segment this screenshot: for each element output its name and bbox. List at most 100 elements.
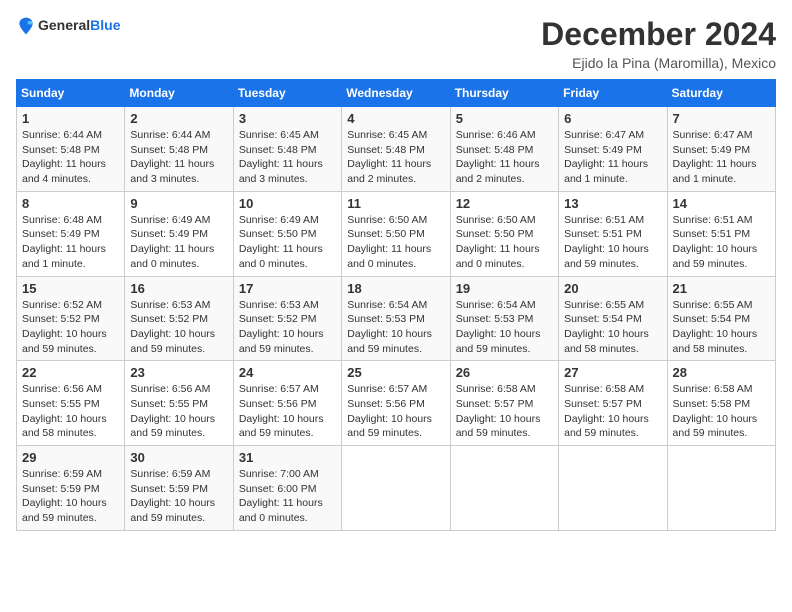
calendar-header-row: Sunday Monday Tuesday Wednesday Thursday… xyxy=(17,80,776,107)
day-detail: Sunrise: 6:59 AMSunset: 5:59 PMDaylight:… xyxy=(22,468,107,524)
table-row: 1 Sunrise: 6:44 AMSunset: 5:48 PMDaylight… xyxy=(17,107,125,192)
table-row xyxy=(450,446,558,531)
day-number: 4 xyxy=(347,111,444,126)
day-number: 15 xyxy=(22,281,119,296)
day-detail: Sunrise: 6:45 AMSunset: 5:48 PMDaylight:… xyxy=(239,129,323,185)
table-row: 18Sunrise: 6:54 AMSunset: 5:53 PMDayligh… xyxy=(342,276,450,361)
day-detail: Sunrise: 6:47 AMSunset: 5:49 PMDaylight:… xyxy=(673,129,757,185)
logo-icon xyxy=(16,16,36,36)
col-thursday: Thursday xyxy=(450,80,558,107)
day-number: 12 xyxy=(456,196,553,211)
day-detail: Sunrise: 6:54 AMSunset: 5:53 PMDaylight:… xyxy=(456,299,541,355)
day-number: 3 xyxy=(239,111,336,126)
table-row xyxy=(342,446,450,531)
calendar-week-row: 22 Sunrise: 6:56 AMSunset: 5:55 PMDayligh… xyxy=(17,361,776,446)
day-number: 2 xyxy=(130,111,227,126)
table-row: 20 Sunrise: 6:55 AMSunset: 5:54 PMDayligh… xyxy=(559,276,667,361)
day-number: 8 xyxy=(22,196,119,211)
day-detail: Sunrise: 6:51 AMSunset: 5:51 PMDaylight:… xyxy=(564,214,649,270)
table-row: 17Sunrise: 6:53 AMSunset: 5:52 PMDayligh… xyxy=(233,276,341,361)
table-row: 16Sunrise: 6:53 AMSunset: 5:52 PMDayligh… xyxy=(125,276,233,361)
day-detail: Sunrise: 6:55 AMSunset: 5:54 PMDaylight:… xyxy=(673,299,758,355)
table-row: 10 Sunrise: 6:49 AMSunset: 5:50 PMDayligh… xyxy=(233,191,341,276)
day-number: 16 xyxy=(130,281,227,296)
col-saturday: Saturday xyxy=(667,80,775,107)
day-number: 18 xyxy=(347,281,444,296)
day-number: 26 xyxy=(456,365,553,380)
table-row: 11Sunrise: 6:50 AMSunset: 5:50 PMDayligh… xyxy=(342,191,450,276)
day-number: 19 xyxy=(456,281,553,296)
day-number: 23 xyxy=(130,365,227,380)
table-row: 19 Sunrise: 6:54 AMSunset: 5:53 PMDayligh… xyxy=(450,276,558,361)
table-row: 23 Sunrise: 6:56 AMSunset: 5:55 PMDayligh… xyxy=(125,361,233,446)
table-row: 4 Sunrise: 6:45 AMSunset: 5:48 PMDaylight… xyxy=(342,107,450,192)
calendar-week-row: 29 Sunrise: 6:59 AMSunset: 5:59 PMDayligh… xyxy=(17,446,776,531)
calendar: Sunday Monday Tuesday Wednesday Thursday… xyxy=(16,79,776,531)
day-detail: Sunrise: 6:58 AMSunset: 5:57 PMDaylight:… xyxy=(456,383,541,439)
calendar-week-row: 8 Sunrise: 6:48 AMSunset: 5:49 PMDaylight… xyxy=(17,191,776,276)
logo-text-general: General xyxy=(38,17,90,33)
col-tuesday: Tuesday xyxy=(233,80,341,107)
day-number: 30 xyxy=(130,450,227,465)
day-number: 27 xyxy=(564,365,661,380)
table-row: 31Sunrise: 7:00 AMSunset: 6:00 PMDayligh… xyxy=(233,446,341,531)
day-number: 7 xyxy=(673,111,770,126)
day-detail: Sunrise: 7:00 AMSunset: 6:00 PMDaylight:… xyxy=(239,468,323,524)
table-row xyxy=(559,446,667,531)
table-row: 6Sunrise: 6:47 AMSunset: 5:49 PMDaylight… xyxy=(559,107,667,192)
day-detail: Sunrise: 6:52 AMSunset: 5:52 PMDaylight:… xyxy=(22,299,107,355)
table-row: 29 Sunrise: 6:59 AMSunset: 5:59 PMDayligh… xyxy=(17,446,125,531)
day-number: 1 xyxy=(22,111,119,126)
day-detail: Sunrise: 6:58 AMSunset: 5:58 PMDaylight:… xyxy=(673,383,758,439)
day-number: 21 xyxy=(673,281,770,296)
table-row: 28 Sunrise: 6:58 AMSunset: 5:58 PMDayligh… xyxy=(667,361,775,446)
table-row: 27 Sunrise: 6:58 AMSunset: 5:57 PMDayligh… xyxy=(559,361,667,446)
day-detail: Sunrise: 6:51 AMSunset: 5:51 PMDaylight:… xyxy=(673,214,758,270)
day-detail: Sunrise: 6:44 AMSunset: 5:48 PMDaylight:… xyxy=(130,129,214,185)
table-row xyxy=(667,446,775,531)
title-section: December 2024 Ejido la Pina (Maromilla),… xyxy=(541,16,776,71)
table-row: 21 Sunrise: 6:55 AMSunset: 5:54 PMDayligh… xyxy=(667,276,775,361)
day-detail: Sunrise: 6:55 AMSunset: 5:54 PMDaylight:… xyxy=(564,299,649,355)
day-detail: Sunrise: 6:46 AMSunset: 5:48 PMDaylight:… xyxy=(456,129,540,185)
day-detail: Sunrise: 6:45 AMSunset: 5:48 PMDaylight:… xyxy=(347,129,431,185)
day-number: 11 xyxy=(347,196,444,211)
day-detail: Sunrise: 6:49 AMSunset: 5:49 PMDaylight:… xyxy=(130,214,214,270)
day-detail: Sunrise: 6:44 AMSunset: 5:48 PMDaylight:… xyxy=(22,129,106,185)
table-row: 15 Sunrise: 6:52 AMSunset: 5:52 PMDayligh… xyxy=(17,276,125,361)
calendar-week-row: 15 Sunrise: 6:52 AMSunset: 5:52 PMDayligh… xyxy=(17,276,776,361)
day-detail: Sunrise: 6:57 AMSunset: 5:56 PMDaylight:… xyxy=(239,383,324,439)
col-friday: Friday xyxy=(559,80,667,107)
day-number: 29 xyxy=(22,450,119,465)
day-detail: Sunrise: 6:56 AMSunset: 5:55 PMDaylight:… xyxy=(22,383,107,439)
day-number: 20 xyxy=(564,281,661,296)
day-detail: Sunrise: 6:59 AMSunset: 5:59 PMDaylight:… xyxy=(130,468,215,524)
day-number: 5 xyxy=(456,111,553,126)
day-detail: Sunrise: 6:56 AMSunset: 5:55 PMDaylight:… xyxy=(130,383,215,439)
calendar-week-row: 1 Sunrise: 6:44 AMSunset: 5:48 PMDaylight… xyxy=(17,107,776,192)
table-row: 26 Sunrise: 6:58 AMSunset: 5:57 PMDayligh… xyxy=(450,361,558,446)
table-row: 2 Sunrise: 6:44 AMSunset: 5:48 PMDaylight… xyxy=(125,107,233,192)
day-number: 24 xyxy=(239,365,336,380)
table-row: 22 Sunrise: 6:56 AMSunset: 5:55 PMDayligh… xyxy=(17,361,125,446)
day-detail: Sunrise: 6:58 AMSunset: 5:57 PMDaylight:… xyxy=(564,383,649,439)
day-number: 13 xyxy=(564,196,661,211)
logo-text-blue: Blue xyxy=(90,17,120,33)
table-row: 14 Sunrise: 6:51 AMSunset: 5:51 PMDayligh… xyxy=(667,191,775,276)
table-row: 30 Sunrise: 6:59 AMSunset: 5:59 PMDayligh… xyxy=(125,446,233,531)
day-number: 22 xyxy=(22,365,119,380)
day-number: 14 xyxy=(673,196,770,211)
main-title: December 2024 xyxy=(541,16,776,53)
logo: GeneralBlue xyxy=(16,16,120,36)
day-number: 17 xyxy=(239,281,336,296)
table-row: 12Sunrise: 6:50 AMSunset: 5:50 PMDayligh… xyxy=(450,191,558,276)
table-row: 13 Sunrise: 6:51 AMSunset: 5:51 PMDayligh… xyxy=(559,191,667,276)
subtitle: Ejido la Pina (Maromilla), Mexico xyxy=(541,55,776,71)
day-number: 28 xyxy=(673,365,770,380)
day-detail: Sunrise: 6:57 AMSunset: 5:56 PMDaylight:… xyxy=(347,383,432,439)
table-row: 24 Sunrise: 6:57 AMSunset: 5:56 PMDayligh… xyxy=(233,361,341,446)
day-detail: Sunrise: 6:49 AMSunset: 5:50 PMDaylight:… xyxy=(239,214,323,270)
day-detail: Sunrise: 6:48 AMSunset: 5:49 PMDaylight:… xyxy=(22,214,106,270)
day-number: 10 xyxy=(239,196,336,211)
table-row: 5 Sunrise: 6:46 AMSunset: 5:48 PMDaylight… xyxy=(450,107,558,192)
